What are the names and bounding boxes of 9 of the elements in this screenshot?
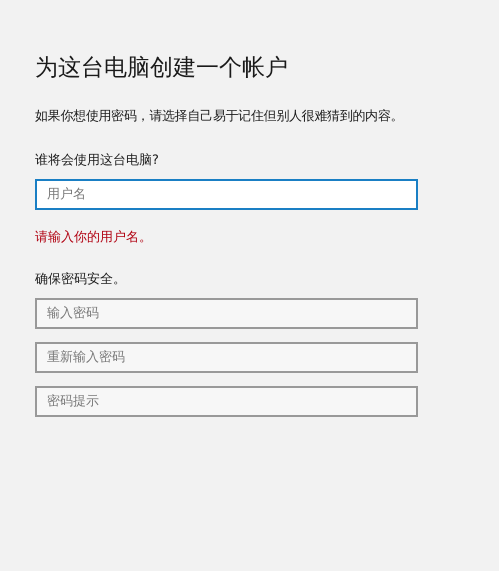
input-field[interactable]: 密码提示 [35,386,418,417]
error-message: 请输入你的用户名。 [35,229,153,246]
section-label: 谁将会使用这台电脑? [35,152,160,169]
input-field[interactable]: 输入密码 [35,298,418,329]
input-field[interactable]: 用户名 [35,179,418,210]
section-label: 确保密码安全。 [35,271,127,288]
input-field[interactable]: 重新输入密码 [35,342,418,373]
description-text: 如果你想使用密码，请选择自己易于记住但别人很难猜到的内容。 [35,108,404,125]
page-title: 为这台电脑创建一个帐户 [35,54,289,83]
